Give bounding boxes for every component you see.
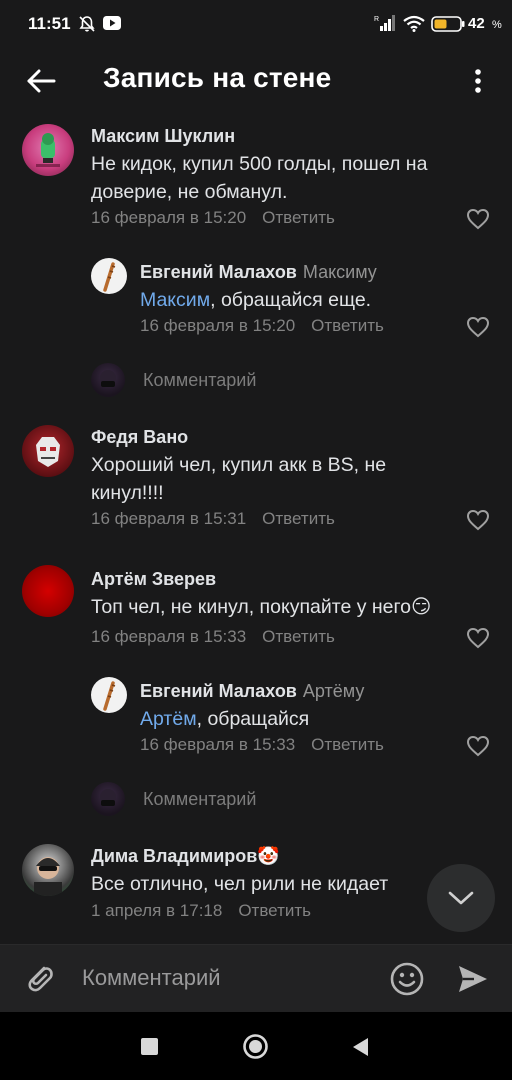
- add-reply-label[interactable]: Комментарий: [143, 789, 256, 810]
- comment-text: Артём, обращайся: [140, 705, 460, 733]
- mention-link[interactable]: Артём: [140, 708, 197, 730]
- comment-author: Евгений Малахов Максиму: [140, 262, 377, 283]
- comment-text: Максим, обращайся еще.: [140, 286, 460, 314]
- heart-icon[interactable]: [466, 316, 490, 338]
- comment-reply-item: Евгений Малахов Максиму Максим, обращайся…: [0, 256, 512, 346]
- top-app-bar: Запись на стене: [0, 50, 512, 112]
- heart-icon[interactable]: [466, 509, 490, 531]
- more-vertical-icon: [475, 69, 481, 93]
- comment-date: 16 февраля в 15:31: [91, 509, 247, 528]
- add-reply-row[interactable]: Комментарий: [0, 780, 512, 820]
- comment-input[interactable]: Комментарий: [82, 965, 221, 991]
- signal-icon: R: [374, 15, 395, 31]
- avatar[interactable]: [91, 677, 127, 713]
- comment-date: 1 апреля в 17:18: [91, 901, 223, 920]
- status-bar: 11:51 R 42 %: [0, 0, 512, 50]
- avatar-image: [36, 133, 60, 167]
- mention-link[interactable]: Максим: [140, 289, 210, 311]
- comment-reply-item: Евгений Малахов Артёму Артём, обращайся 1…: [0, 675, 512, 765]
- battery-icon: [431, 16, 465, 32]
- comment-item: Максим Шуклин Не кидок, купил 500 голды,…: [0, 120, 512, 240]
- send-icon[interactable]: [456, 962, 490, 996]
- comment-meta: 16 февраля в 15:20 Ответить: [140, 316, 384, 336]
- avatar[interactable]: [22, 425, 74, 477]
- heart-icon[interactable]: [466, 627, 490, 649]
- comment-text: Не кидок, купил 500 голды, пошел на дове…: [91, 153, 428, 203]
- reply-button[interactable]: Ответить: [311, 316, 384, 335]
- comment-author[interactable]: Федя Вано: [91, 427, 188, 448]
- comment-item: Федя Вано Хороший чел, купил акк в BS, н…: [0, 421, 512, 531]
- wifi-icon: [403, 15, 425, 32]
- comment-item: Артём Зверев Топ чел, не кинул, покупайт…: [0, 563, 512, 653]
- youtube-icon: [103, 16, 121, 30]
- back-arrow-icon: [27, 69, 56, 93]
- comment-date: 16 февраля в 15:33: [140, 735, 296, 754]
- my-avatar: [91, 782, 125, 816]
- more-options-button[interactable]: [462, 62, 494, 100]
- avatar[interactable]: [22, 124, 74, 176]
- comment-author[interactable]: Максим Шуклин: [91, 126, 235, 147]
- comment-author[interactable]: Артём Зверев: [91, 569, 216, 590]
- add-reply-label[interactable]: Комментарий: [143, 370, 256, 391]
- comment-text-main: Топ чел, не кинул, покупайте у него: [91, 596, 412, 618]
- avatar-image: [100, 789, 116, 806]
- comment-meta: 16 февраля в 15:33 Ответить: [91, 627, 335, 647]
- nav-square-icon[interactable]: [141, 1038, 158, 1055]
- comment-author-name[interactable]: Дима Владимиров: [91, 846, 257, 866]
- reply-to-label[interactable]: Максиму: [303, 262, 377, 282]
- emoji-smile-icon[interactable]: [389, 961, 425, 997]
- comment-date: 16 февраля в 15:20: [91, 208, 247, 227]
- comment-author-name[interactable]: Евгений Малахов: [140, 262, 297, 282]
- comment-text: Хороший чел, купил акк в BS, не кинул!!!…: [91, 454, 387, 504]
- reply-button[interactable]: Ответить: [262, 208, 335, 227]
- reply-button[interactable]: Ответить: [262, 509, 335, 528]
- avatar-image: [103, 262, 116, 292]
- svg-text:R: R: [374, 16, 379, 23]
- nav-circle-icon[interactable]: [242, 1033, 269, 1060]
- heart-icon[interactable]: [466, 208, 490, 230]
- chevron-down-icon: [448, 891, 474, 905]
- notifications-off-icon: [79, 16, 95, 32]
- comment-meta: 16 февраля в 15:33 Ответить: [140, 735, 384, 755]
- add-reply-row[interactable]: Комментарий: [0, 361, 512, 401]
- status-time: 11:51: [28, 14, 71, 33]
- my-avatar: [91, 363, 125, 397]
- avatar-image: [34, 857, 62, 896]
- comment-text: Все отлично, чел рили не кидает: [91, 873, 389, 895]
- comment-author-name[interactable]: Евгений Малахов: [140, 681, 297, 701]
- comment-composer: Комментарий: [0, 944, 512, 1012]
- clown-emoji: 🤡: [257, 846, 280, 866]
- system-navigation-bar: [0, 1012, 512, 1080]
- avatar-image: [103, 681, 116, 711]
- battery-percent: 42: [468, 15, 485, 32]
- comment-text-rest: , обращайся: [196, 708, 310, 730]
- reply-to-label[interactable]: Артёму: [303, 681, 364, 701]
- comment-date: 16 февраля в 15:20: [140, 316, 296, 335]
- avatar[interactable]: [22, 565, 74, 617]
- comment-meta: 1 апреля в 17:18 Ответить: [91, 901, 311, 921]
- back-button[interactable]: [22, 62, 60, 100]
- avatar-image: [36, 437, 60, 467]
- page-title: Запись на стене: [103, 62, 332, 93]
- avatar[interactable]: [91, 258, 127, 294]
- comment-text: Топ чел, не кинул, покупайте у него😏: [91, 593, 481, 621]
- comment-meta: 16 февраля в 15:31 Ответить: [91, 509, 335, 529]
- battery-percent-unit: %: [492, 19, 502, 31]
- reply-button[interactable]: Ответить: [238, 901, 311, 920]
- smirk-emoji: 😏: [411, 596, 432, 618]
- avatar[interactable]: [22, 844, 74, 896]
- comment-date: 16 февраля в 15:33: [91, 627, 247, 646]
- scroll-down-button[interactable]: [427, 864, 495, 932]
- comment-author: Дима Владимиров🤡: [91, 846, 280, 867]
- nav-back-triangle-icon[interactable]: [352, 1037, 369, 1057]
- comment-text-rest: , обращайся еще.: [210, 289, 372, 311]
- paperclip-icon[interactable]: [22, 960, 58, 996]
- comment-meta: 16 февраля в 15:20 Ответить: [91, 208, 335, 228]
- comment-author: Евгений Малахов Артёму: [140, 681, 364, 702]
- heart-icon[interactable]: [466, 735, 490, 757]
- reply-button[interactable]: Ответить: [262, 627, 335, 646]
- avatar-image: [100, 370, 116, 387]
- reply-button[interactable]: Ответить: [311, 735, 384, 754]
